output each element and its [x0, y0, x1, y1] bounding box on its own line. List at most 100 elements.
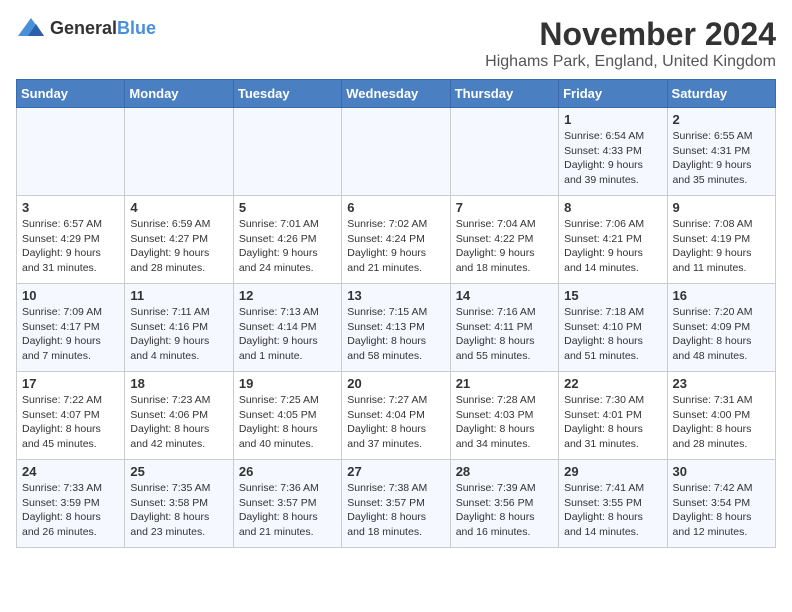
day-number: 18	[130, 376, 227, 391]
header-monday: Monday	[125, 80, 233, 108]
day-number: 15	[564, 288, 661, 303]
calendar-cell: 26Sunrise: 7:36 AM Sunset: 3:57 PM Dayli…	[233, 460, 341, 548]
day-number: 23	[673, 376, 770, 391]
day-info: Sunrise: 6:59 AM Sunset: 4:27 PM Dayligh…	[130, 217, 227, 276]
day-number: 1	[564, 112, 661, 127]
calendar-cell: 27 Sunrise: 7:38 AM Sunset: 3:57 PM Dayli…	[342, 460, 450, 548]
day-info: Sunrise: 7:13 AM Sunset: 4:14 PM Dayligh…	[239, 305, 336, 364]
day-number: 6	[347, 200, 444, 215]
calendar-cell: 24Sunrise: 7:33 AM Sunset: 3:59 PM Dayli…	[17, 460, 125, 548]
calendar-cell: 28Sunrise: 7:39 AM Sunset: 3:56 PM Dayli…	[450, 460, 558, 548]
day-number: 28	[456, 464, 553, 479]
calendar-cell: 20 Sunrise: 7:27 AM Sunset: 4:04 PM Dayli…	[342, 372, 450, 460]
calendar-cell: 2Sunrise: 6:55 AM Sunset: 4:31 PM Daylig…	[667, 108, 775, 196]
calendar-cell: 5 Sunrise: 7:01 AM Sunset: 4:26 PM Daylig…	[233, 196, 341, 284]
weekday-header-row: Sunday Monday Tuesday Wednesday Thursday…	[17, 80, 776, 108]
day-info: Sunrise: 7:36 AM Sunset: 3:57 PM Dayligh…	[239, 481, 336, 540]
day-number: 10	[22, 288, 119, 303]
calendar-cell	[450, 108, 558, 196]
day-info: Sunrise: 7:20 AM Sunset: 4:09 PM Dayligh…	[673, 305, 770, 364]
day-info: Sunrise: 7:11 AM Sunset: 4:16 PM Dayligh…	[130, 305, 227, 364]
calendar-cell: 22Sunrise: 7:30 AM Sunset: 4:01 PM Dayli…	[559, 372, 667, 460]
calendar-cell: 21 Sunrise: 7:28 AM Sunset: 4:03 PM Dayli…	[450, 372, 558, 460]
day-info: Sunrise: 7:23 AM Sunset: 4:06 PM Dayligh…	[130, 393, 227, 452]
calendar-cell: 18 Sunrise: 7:23 AM Sunset: 4:06 PM Dayli…	[125, 372, 233, 460]
day-number: 20	[347, 376, 444, 391]
title-area: November 2024 Highams Park, England, Uni…	[485, 16, 776, 71]
day-number: 4	[130, 200, 227, 215]
day-info: Sunrise: 7:08 AM Sunset: 4:19 PM Dayligh…	[673, 217, 770, 276]
header-wednesday: Wednesday	[342, 80, 450, 108]
day-info: Sunrise: 6:57 AM Sunset: 4:29 PM Dayligh…	[22, 217, 119, 276]
calendar-cell	[342, 108, 450, 196]
day-number: 14	[456, 288, 553, 303]
calendar-week-1: 3 Sunrise: 6:57 AM Sunset: 4:29 PM Daylig…	[17, 196, 776, 284]
day-number: 3	[22, 200, 119, 215]
logo-general: General	[50, 18, 117, 38]
calendar-body: 1Sunrise: 6:54 AM Sunset: 4:33 PM Daylig…	[17, 108, 776, 548]
calendar-cell: 14 Sunrise: 7:16 AM Sunset: 4:11 PM Dayli…	[450, 284, 558, 372]
calendar-table: Sunday Monday Tuesday Wednesday Thursday…	[16, 79, 776, 548]
day-info: Sunrise: 7:31 AM Sunset: 4:00 PM Dayligh…	[673, 393, 770, 452]
header-tuesday: Tuesday	[233, 80, 341, 108]
day-info: Sunrise: 7:06 AM Sunset: 4:21 PM Dayligh…	[564, 217, 661, 276]
calendar-header: Sunday Monday Tuesday Wednesday Thursday…	[17, 80, 776, 108]
day-info: Sunrise: 7:15 AM Sunset: 4:13 PM Dayligh…	[347, 305, 444, 364]
logo-blue: Blue	[117, 18, 156, 38]
day-info: Sunrise: 7:42 AM Sunset: 3:54 PM Dayligh…	[673, 481, 770, 540]
calendar-cell: 8 Sunrise: 7:06 AM Sunset: 4:21 PM Daylig…	[559, 196, 667, 284]
calendar-cell: 6 Sunrise: 7:02 AM Sunset: 4:24 PM Daylig…	[342, 196, 450, 284]
day-number: 25	[130, 464, 227, 479]
calendar-cell: 13 Sunrise: 7:15 AM Sunset: 4:13 PM Dayli…	[342, 284, 450, 372]
day-info: Sunrise: 7:38 AM Sunset: 3:57 PM Dayligh…	[347, 481, 444, 540]
calendar-cell: 15Sunrise: 7:18 AM Sunset: 4:10 PM Dayli…	[559, 284, 667, 372]
day-number: 29	[564, 464, 661, 479]
calendar-cell: 9Sunrise: 7:08 AM Sunset: 4:19 PM Daylig…	[667, 196, 775, 284]
day-number: 30	[673, 464, 770, 479]
day-number: 27	[347, 464, 444, 479]
calendar-cell: 1Sunrise: 6:54 AM Sunset: 4:33 PM Daylig…	[559, 108, 667, 196]
day-number: 21	[456, 376, 553, 391]
day-number: 8	[564, 200, 661, 215]
header-sunday: Sunday	[17, 80, 125, 108]
day-info: Sunrise: 7:33 AM Sunset: 3:59 PM Dayligh…	[22, 481, 119, 540]
month-title: November 2024	[485, 16, 776, 53]
day-info: Sunrise: 7:28 AM Sunset: 4:03 PM Dayligh…	[456, 393, 553, 452]
day-info: Sunrise: 7:02 AM Sunset: 4:24 PM Dayligh…	[347, 217, 444, 276]
calendar-cell: 11Sunrise: 7:11 AM Sunset: 4:16 PM Dayli…	[125, 284, 233, 372]
day-info: Sunrise: 7:04 AM Sunset: 4:22 PM Dayligh…	[456, 217, 553, 276]
calendar-cell: 4 Sunrise: 6:59 AM Sunset: 4:27 PM Daylig…	[125, 196, 233, 284]
page-header: GeneralBlue November 2024 Highams Park, …	[16, 16, 776, 71]
day-info: Sunrise: 7:16 AM Sunset: 4:11 PM Dayligh…	[456, 305, 553, 364]
day-info: Sunrise: 7:35 AM Sunset: 3:58 PM Dayligh…	[130, 481, 227, 540]
day-info: Sunrise: 7:22 AM Sunset: 4:07 PM Dayligh…	[22, 393, 119, 452]
day-number: 7	[456, 200, 553, 215]
calendar-cell: 29 Sunrise: 7:41 AM Sunset: 3:55 PM Dayli…	[559, 460, 667, 548]
logo: GeneralBlue	[16, 16, 156, 40]
day-number: 17	[22, 376, 119, 391]
location-title: Highams Park, England, United Kingdom	[485, 53, 776, 71]
day-info: Sunrise: 6:55 AM Sunset: 4:31 PM Dayligh…	[673, 129, 770, 188]
day-number: 13	[347, 288, 444, 303]
calendar-cell: 16Sunrise: 7:20 AM Sunset: 4:09 PM Dayli…	[667, 284, 775, 372]
calendar-cell	[125, 108, 233, 196]
calendar-week-4: 24Sunrise: 7:33 AM Sunset: 3:59 PM Dayli…	[17, 460, 776, 548]
calendar-cell: 19Sunrise: 7:25 AM Sunset: 4:05 PM Dayli…	[233, 372, 341, 460]
header-saturday: Saturday	[667, 80, 775, 108]
header-friday: Friday	[559, 80, 667, 108]
day-info: Sunrise: 7:41 AM Sunset: 3:55 PM Dayligh…	[564, 481, 661, 540]
calendar-cell: 23 Sunrise: 7:31 AM Sunset: 4:00 PM Dayli…	[667, 372, 775, 460]
logo-icon	[16, 16, 46, 40]
calendar-cell: 3 Sunrise: 6:57 AM Sunset: 4:29 PM Daylig…	[17, 196, 125, 284]
calendar-cell	[233, 108, 341, 196]
calendar-cell: 12 Sunrise: 7:13 AM Sunset: 4:14 PM Dayli…	[233, 284, 341, 372]
day-number: 12	[239, 288, 336, 303]
day-number: 22	[564, 376, 661, 391]
day-info: Sunrise: 7:01 AM Sunset: 4:26 PM Dayligh…	[239, 217, 336, 276]
day-number: 5	[239, 200, 336, 215]
calendar-cell: 17 Sunrise: 7:22 AM Sunset: 4:07 PM Dayli…	[17, 372, 125, 460]
calendar-week-2: 10Sunrise: 7:09 AM Sunset: 4:17 PM Dayli…	[17, 284, 776, 372]
day-info: Sunrise: 7:27 AM Sunset: 4:04 PM Dayligh…	[347, 393, 444, 452]
calendar-cell: 25 Sunrise: 7:35 AM Sunset: 3:58 PM Dayli…	[125, 460, 233, 548]
calendar-week-0: 1Sunrise: 6:54 AM Sunset: 4:33 PM Daylig…	[17, 108, 776, 196]
